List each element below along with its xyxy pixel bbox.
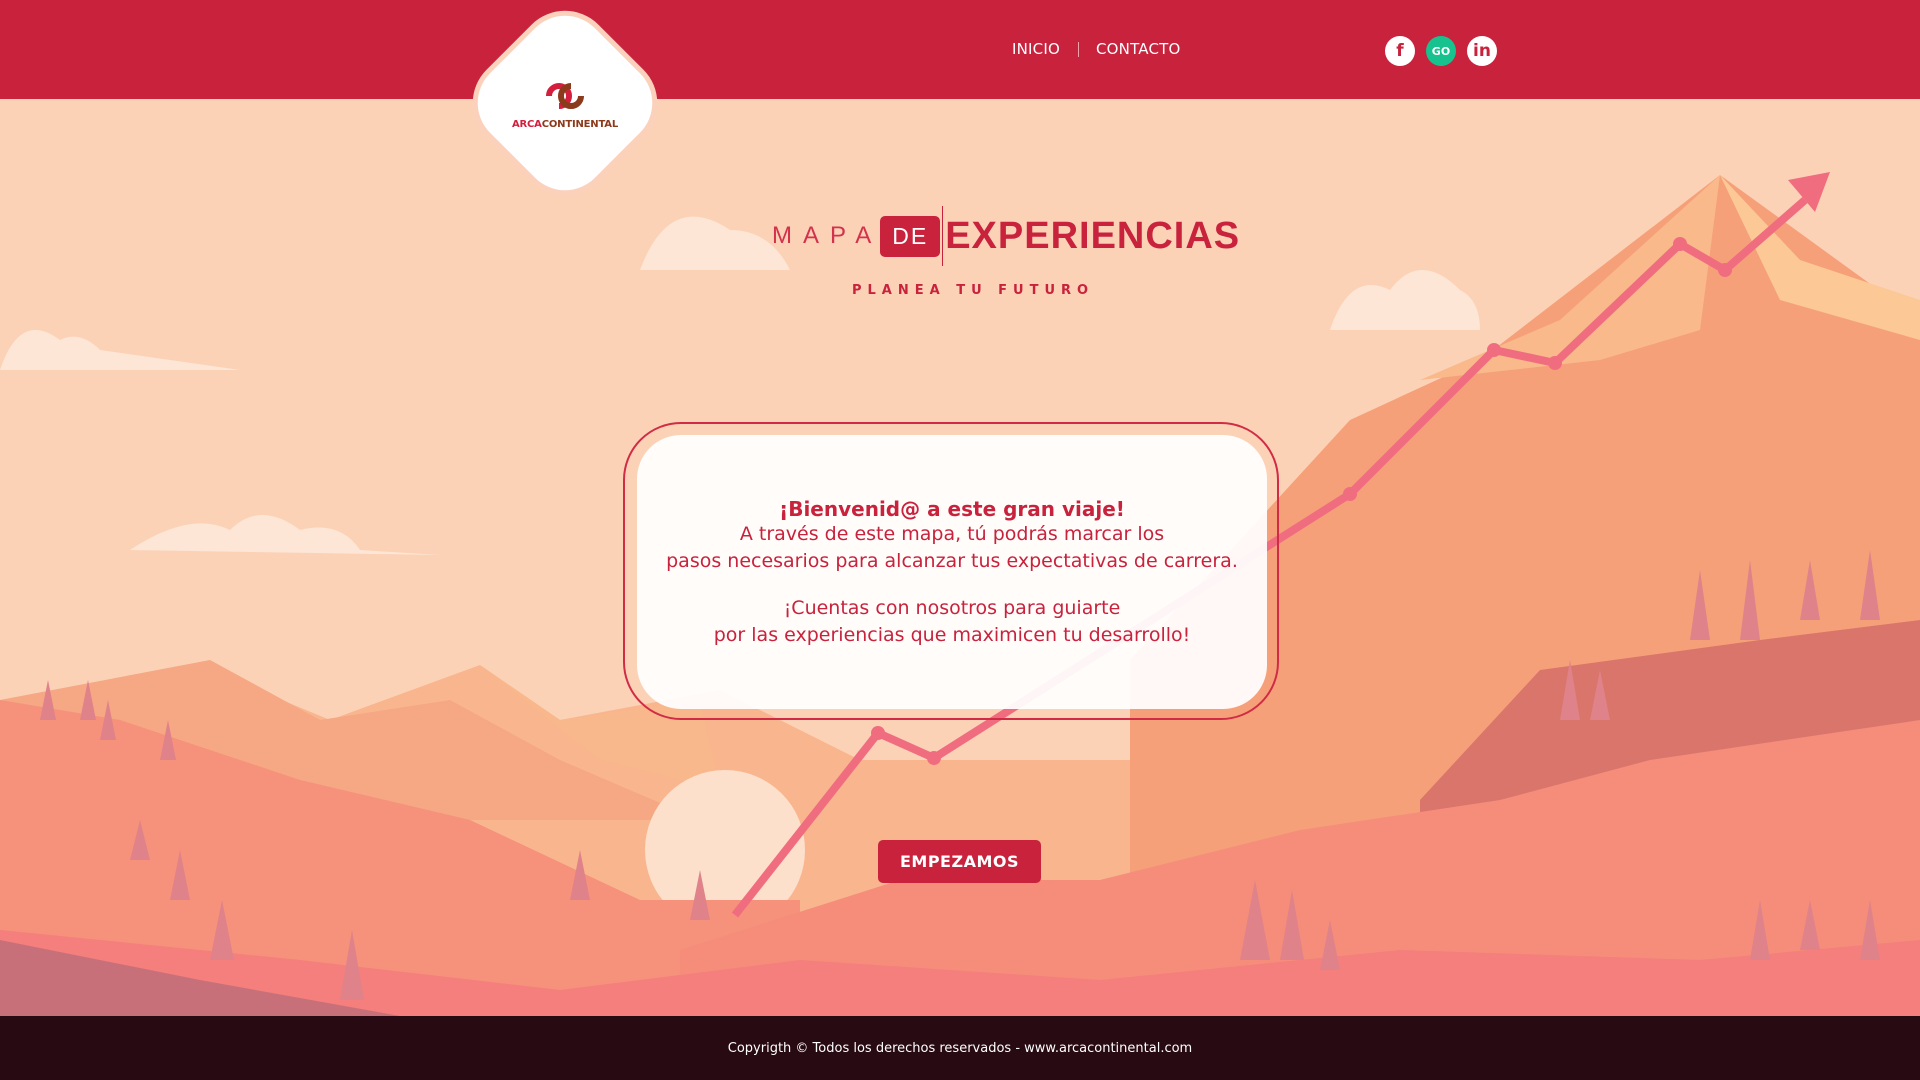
title-mapa: MAPA bbox=[772, 222, 883, 249]
linkedin-icon[interactable]: in bbox=[1467, 36, 1497, 66]
nav-inicio-link[interactable]: INICIO bbox=[1012, 40, 1060, 58]
main-nav: INICIO CONTACTO bbox=[1012, 40, 1181, 58]
welcome-line-3: ¡Cuentas con nosotros para guiarte bbox=[783, 597, 1121, 619]
logo-badge[interactable]: ARCACONTINENTAL bbox=[460, 0, 670, 208]
footer: Copyrigth © Todos los derechos reservado… bbox=[0, 1016, 1920, 1080]
welcome-line-1: A través de este mapa, tú podrás marcar … bbox=[739, 523, 1165, 545]
arca-continental-logo-icon bbox=[546, 83, 584, 109]
go-icon[interactable]: GO bbox=[1426, 36, 1456, 66]
welcome-line-4: por las experiencias que maximicen tu de… bbox=[713, 624, 1191, 646]
page-subtitle: PLANEA TU FUTURO bbox=[852, 283, 1095, 298]
page-title: MAPA DE EXPERIENCIAS bbox=[772, 205, 1240, 267]
brand-logo: ARCACONTINENTAL bbox=[479, 79, 651, 130]
title-divider bbox=[942, 206, 944, 266]
title-experiencias: EXPERIENCIAS bbox=[945, 214, 1241, 257]
welcome-line-2: pasos necesarios para alcanzar tus expec… bbox=[666, 550, 1238, 572]
title-de-badge: DE bbox=[880, 215, 941, 257]
facebook-icon[interactable]: f bbox=[1385, 36, 1415, 66]
brand-arca-text: ARCA bbox=[512, 119, 542, 130]
social-links: f GO in bbox=[1385, 36, 1497, 66]
welcome-heading: ¡Bienvenid@ a este gran viaje! bbox=[779, 497, 1125, 521]
nav-contacto-link[interactable]: CONTACTO bbox=[1096, 40, 1181, 58]
nav-divider bbox=[1077, 41, 1079, 57]
brand-continental-text: CONTINENTAL bbox=[541, 119, 618, 130]
welcome-card: ¡Bienvenid@ a este gran viaje! A través … bbox=[637, 435, 1267, 709]
top-header-bar bbox=[0, 0, 1920, 99]
brand-wordmark: ARCACONTINENTAL bbox=[479, 119, 651, 130]
empezamos-button[interactable]: EMPEZAMOS bbox=[878, 840, 1041, 883]
footer-copyright: Copyrigth © Todos los derechos reservado… bbox=[727, 1040, 1193, 1056]
